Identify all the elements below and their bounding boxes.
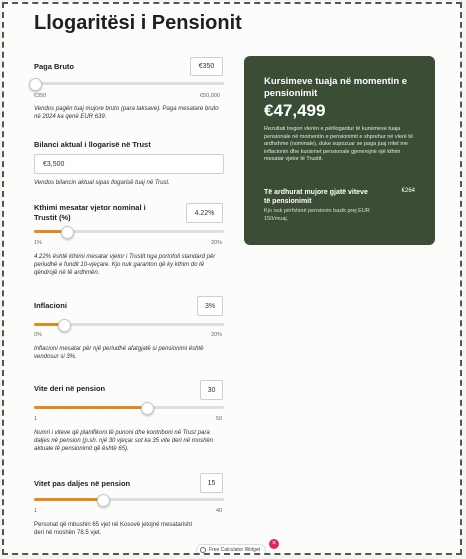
gross-salary-max: €50,000 [200, 93, 220, 99]
result-title: Kursimeve tuaja në momentin e pensionimi… [264, 76, 408, 99]
trust-balance-label: Bilanci aktual i llogarisë në Trust [34, 140, 151, 149]
years-to-retirement-min: 1 [34, 416, 38, 422]
result-card: Kursimeve tuaja në momentin e pensionimi… [244, 56, 435, 245]
years-after-retirement-min: 1 [34, 508, 38, 514]
trust-return-slider[interactable] [34, 226, 224, 239]
inflation-slider[interactable] [34, 319, 224, 332]
calculator-widget-icon [200, 547, 206, 553]
calculator-widget-link[interactable]: Free Calculator Widget [196, 544, 267, 553]
monthly-income-note: Kjo nuk përfshinë pensionin bazik prej E… [264, 208, 370, 222]
result-description: Rezultati tregon vlerën e përllogaritur … [264, 126, 413, 162]
trust-return-max: 20% [211, 240, 223, 246]
inflation-slider-thumb[interactable] [57, 319, 71, 332]
trust-balance-help: Vendos bilancin aktual sipas llogarisë t… [34, 180, 170, 186]
trust-balance-input[interactable]: €3,500 [34, 154, 224, 174]
trust-return-slider-thumb[interactable] [61, 226, 75, 239]
gross-salary-help: Vendos pagën tuaj mujore bruto (para tak… [34, 106, 219, 120]
years-after-retirement-max: 40 [216, 508, 223, 514]
years-to-retirement-label: Vite deri në pension [34, 384, 106, 393]
years-after-retirement-value[interactable]: 15 [200, 473, 223, 493]
years-after-retirement-label: Vitet pas daljes në pension [34, 479, 131, 488]
calculator-widget-label: Free Calculator Widget [209, 547, 261, 553]
gross-salary-slider[interactable] [29, 78, 224, 91]
years-to-retirement-slider-fill [34, 406, 147, 409]
inflation-min: 0% [34, 332, 42, 338]
result-amount: €47,499 [264, 101, 326, 120]
trust-return-label: Kthimi mesatar vjetor nominal i Trustit … [34, 203, 146, 222]
gross-salary-slider-thumb[interactable] [29, 78, 42, 91]
years-to-retirement-max: 50 [216, 416, 223, 422]
years-after-retirement-slider[interactable] [34, 494, 224, 507]
years-to-retirement-slider[interactable] [34, 402, 224, 415]
years-to-retirement-slider-thumb[interactable] [141, 402, 155, 415]
inflation-max: 20% [211, 332, 223, 338]
years-after-retirement-slider-thumb[interactable] [97, 494, 111, 507]
years-to-retirement-value[interactable]: 30 [200, 380, 223, 400]
page-title: Llogaritësi i Pensionit [34, 12, 242, 34]
gross-salary-min: €350 [34, 93, 47, 99]
inflation-value[interactable]: 3% [197, 296, 223, 316]
close-icon[interactable]: × [269, 539, 279, 549]
gross-salary-value[interactable]: €350 [190, 57, 223, 76]
monthly-income-value: €264 [401, 188, 415, 194]
years-to-retirement-help: Numri i viteve që planifikoni të punoni … [34, 430, 214, 452]
trust-return-help: 4.22% është kthimi mesatar vjetor i Trus… [34, 254, 216, 276]
trust-return-value[interactable]: 4.22% [186, 203, 223, 223]
monthly-income-label: Të ardhurat mujore gjatë viteve të pensi… [264, 189, 368, 205]
gross-salary-label: Paga Bruto [34, 62, 75, 71]
years-after-retirement-slider-fill [34, 498, 103, 501]
inflation-help: Inflacioni mesatar për një periudhë afat… [34, 346, 204, 360]
years-after-retirement-help: Personat që mbushin 65 vjet në Kosovë je… [34, 522, 193, 536]
calculator-frame: Llogaritësi i Pensionit Paga Bruto €350 … [2, 2, 462, 555]
inflation-label: Inflacioni [34, 301, 67, 310]
trust-return-min: 1% [34, 240, 42, 246]
